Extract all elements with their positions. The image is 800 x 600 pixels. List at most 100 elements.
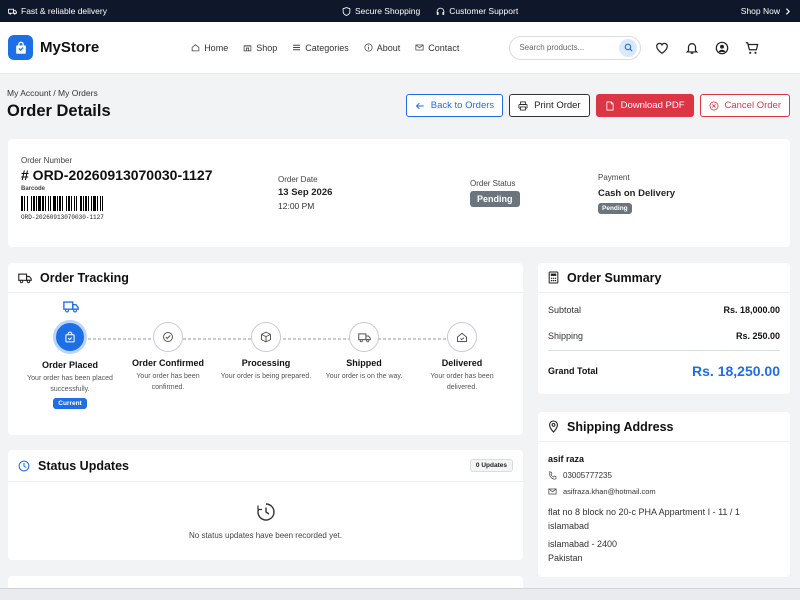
address-line-2: islamabad [548, 520, 590, 531]
step-shipped: Shipped Your order is on the way. [315, 322, 413, 409]
printer-icon [518, 101, 528, 110]
order-number: # ORD-20260913070030-1127 [21, 167, 213, 183]
secure-shopping: Secure Shopping [342, 6, 420, 16]
nav-links: Home Shop Categories About Contact [191, 43, 459, 53]
step-title: Order Placed [41, 360, 99, 370]
truck-progress-icon [63, 301, 79, 313]
empty-state: No status updates have been recorded yet… [8, 502, 523, 540]
status-updates-card: Status Updates 0 Updates No status updat… [8, 450, 523, 560]
user-circle-icon [716, 41, 729, 54]
status-badge: Pending [470, 191, 520, 207]
nav-shop[interactable]: Shop [243, 43, 277, 53]
payment-label: Payment [598, 173, 630, 182]
list-icon [293, 44, 301, 51]
updates-count-badge: 0 Updates [469, 459, 513, 472]
payment-method: Cash on Delivery [598, 188, 676, 199]
truck-icon [349, 322, 379, 352]
step-desc: Your order is being prepared. [220, 373, 312, 380]
nav-about[interactable]: About [364, 43, 400, 53]
order-date: 13 Sep 2026 [278, 187, 333, 198]
delivery-text: Fast & reliable delivery [21, 6, 107, 16]
announcement-bar: Fast & reliable delivery Secure Shopping… [0, 0, 800, 22]
barcode-bar [103, 196, 105, 211]
subtotal-row: Subtotal Rs. 18,000.00 [538, 305, 790, 315]
step-processing: Processing Your order is being prepared. [217, 322, 315, 409]
grand-total-row: Grand Total Rs. 18,250.00 [538, 363, 790, 379]
empty-text: No status updates have been recorded yet… [189, 531, 342, 540]
truck-icon [8, 8, 17, 15]
grand-total-value: Rs. 18,250.00 [692, 363, 780, 379]
nav-home[interactable]: Home [191, 43, 228, 53]
step-title: Shipped [346, 358, 382, 368]
order-date-block: Order Date 13 Sep 2026 12:00 PM [278, 175, 332, 211]
step-title: Order Confirmed [131, 358, 204, 368]
check-circle-icon [153, 322, 183, 352]
address-line-3: islamabad - 2400 [548, 539, 618, 549]
step-desc: Your order has been placed successfully. [27, 375, 113, 393]
address-body: asif raza 03005777235 asifraza.khan@hotm… [538, 442, 790, 565]
cart-button[interactable] [745, 41, 759, 55]
headset-icon [436, 7, 445, 15]
order-summary-header: Order Summary [538, 263, 790, 293]
cart-icon [746, 41, 759, 54]
barcode-image [21, 196, 136, 211]
order-tracking-card: Order Tracking Order Placed Your order h… [8, 263, 523, 435]
order-summary-card: Order Summary Subtotal Rs. 18,000.00 Shi… [538, 263, 790, 394]
shipping-label: Shipping [548, 331, 584, 341]
file-pdf-icon [606, 101, 614, 110]
summary-divider [548, 350, 780, 351]
wishlist-button[interactable] [655, 41, 669, 55]
step-order-placed: Order Placed Your order has been placed … [21, 320, 119, 409]
print-order-button[interactable]: Print Order [509, 94, 590, 117]
order-number-block: Order Number # ORD-20260913070030-1127 B… [21, 156, 213, 221]
address-line-1: flat no 8 block no 20-c PHA Appartment I… [548, 507, 740, 517]
shield-icon [342, 6, 351, 16]
calculator-icon [548, 271, 559, 284]
account-button[interactable] [715, 41, 729, 55]
search-button[interactable] [619, 38, 638, 57]
search-input[interactable] [519, 43, 620, 52]
heart-icon [656, 42, 669, 54]
breadcrumb[interactable]: My Account / My Orders [7, 88, 111, 98]
clock-icon [18, 460, 30, 471]
barcode-text: ORD-20260913070030-1127 [21, 214, 104, 221]
subtotal-value: Rs. 18,000.00 [723, 305, 780, 315]
chevron-right-icon [785, 7, 790, 15]
order-actions: Back to Orders Print Order Download PDF … [405, 94, 790, 117]
customer-support[interactable]: Customer Support [436, 6, 518, 16]
order-info-card: Order Number # ORD-20260913070030-1127 B… [8, 139, 790, 247]
arrow-left-icon [415, 102, 424, 109]
status-updates-header: Status Updates 0 Updates [8, 450, 523, 482]
house-check-icon [447, 322, 477, 352]
shipping-row: Shipping Rs. 250.00 [538, 331, 790, 341]
payment-block: Payment Cash on Delivery Pending [598, 173, 675, 214]
envelope-icon [415, 44, 424, 51]
brand-link[interactable]: MyStore [8, 35, 99, 60]
envelope-icon [548, 488, 557, 495]
page-title: Order Details [7, 102, 111, 120]
nav-categories[interactable]: Categories [292, 43, 349, 53]
step-delivered: Delivered Your order has been delivered. [413, 322, 511, 409]
address-country: Pakistan [548, 552, 583, 563]
box-icon [251, 322, 281, 352]
shop-now-link[interactable]: Shop Now [741, 6, 792, 16]
current-badge: Current [53, 398, 87, 409]
order-status-label: Order Status [470, 179, 516, 188]
page-header: My Account / My Orders Order Details [7, 88, 111, 121]
order-date-label: Order Date [278, 175, 318, 184]
address-lines: flat no 8 block no 20-c PHA Appartment I… [548, 506, 780, 533]
search-box [509, 35, 642, 60]
address-city: islamabad - 2400 Pakistan [548, 538, 780, 565]
download-pdf-button[interactable]: Download PDF [595, 94, 694, 117]
back-to-orders-button[interactable]: Back to Orders [405, 94, 504, 117]
step-title: Delivered [441, 358, 483, 368]
cancel-order-button[interactable]: Cancel Order [699, 94, 790, 117]
step-desc: Your order has been confirmed. [136, 373, 200, 391]
payment-status-badge: Pending [598, 203, 632, 214]
shipping-address-header: Shipping Address [538, 412, 790, 442]
shipping-address-card: Shipping Address asif raza 03005777235 a… [538, 412, 790, 577]
notifications-button[interactable] [685, 41, 699, 55]
nav-contact[interactable]: Contact [415, 43, 459, 53]
tracking-steps: Order Placed Your order has been placed … [8, 320, 523, 409]
bell-icon [686, 42, 699, 54]
